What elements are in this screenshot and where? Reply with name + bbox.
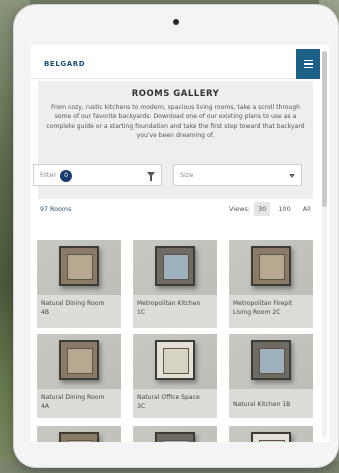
room-thumbnail	[37, 426, 121, 442]
floor-plan-image	[155, 246, 195, 286]
room-card[interactable]: Natural Kitchen 1B	[229, 334, 313, 418]
camera-icon	[173, 19, 179, 25]
room-thumbnail	[133, 240, 217, 295]
room-name-line: Natural Office Space	[137, 394, 200, 401]
room-card[interactable]: Natural Office Space 3C	[133, 334, 217, 418]
room-name-line: Metropolitan Kitchen	[137, 300, 201, 307]
room-name-line: 4B	[41, 309, 50, 316]
room-thumbnail	[133, 334, 217, 389]
room-card[interactable]: Metropolitan Kitchen 1C	[133, 240, 217, 328]
room-card[interactable]	[37, 426, 121, 442]
room-card[interactable]	[133, 426, 217, 442]
chevron-down-icon	[289, 174, 295, 178]
menu-button[interactable]	[296, 49, 320, 79]
room-name-line: Natural Kitchen 1B	[233, 401, 291, 408]
room-card[interactable]	[229, 426, 313, 442]
room-name-line: 3C	[137, 403, 146, 410]
room-card[interactable]: Natural Dining Room 4B	[37, 240, 121, 328]
floor-plan-image	[155, 340, 195, 380]
view-option-all[interactable]: All	[299, 202, 315, 216]
room-name: Natural Kitchen 1B	[233, 400, 311, 409]
room-name: Natural Dining Room 4B	[41, 299, 119, 317]
room-name-line: 4A	[41, 403, 50, 410]
floor-plan-image	[59, 432, 99, 442]
floor-plan-image	[59, 340, 99, 380]
hamburger-line-icon	[303, 63, 313, 65]
floor-plan-image	[59, 246, 99, 286]
hamburger-line-icon	[303, 59, 313, 62]
filter-control[interactable]: Filter 0	[33, 164, 162, 186]
top-nav: BELGARD	[31, 49, 320, 79]
room-thumbnail	[229, 334, 313, 389]
room-name: Natural Office Space 3C	[137, 393, 215, 411]
room-name-line: Natural Dining Room	[41, 394, 105, 401]
size-placeholder: Size	[180, 171, 194, 179]
room-name-line: Living Room 2C	[233, 309, 281, 316]
room-card[interactable]: Natural Dining Room 4A	[37, 334, 121, 418]
scrollbar[interactable]	[322, 51, 327, 437]
room-thumbnail	[133, 426, 217, 442]
page-title: ROOMS GALLERY	[131, 89, 220, 99]
rooms-grid: Natural Dining Room 4B Metropolitan Kitc…	[37, 240, 313, 442]
floor-plan-image	[155, 432, 195, 442]
brand-logo[interactable]: BELGARD	[44, 60, 85, 68]
room-name-line: Metropolitan Firepit	[233, 300, 293, 307]
room-name: Natural Dining Room 4A	[41, 393, 119, 411]
hamburger-line-icon	[303, 66, 313, 69]
floor-plan-image	[251, 340, 291, 380]
scrollbar-thumb[interactable]	[322, 51, 327, 207]
view-option-30[interactable]: 30	[254, 202, 271, 216]
views-label: Views:	[229, 205, 251, 213]
room-card[interactable]: Metropolitan Firepit Living Room 2C	[229, 240, 313, 328]
funnel-icon	[147, 172, 155, 181]
size-select[interactable]: Size	[173, 164, 302, 186]
room-thumbnail	[229, 426, 313, 442]
filter-count-badge: 0	[60, 170, 72, 182]
floor-plan-image	[251, 246, 291, 286]
gallery-description: From cozy, rustic kitchens to modern, sp…	[46, 104, 305, 140]
room-thumbnail	[37, 240, 121, 295]
view-option-100[interactable]: 100	[274, 202, 294, 216]
room-thumbnail	[229, 240, 313, 295]
views-selector: Views: 30 100 All	[229, 200, 315, 218]
room-name-line: Natural Dining Room	[41, 300, 105, 307]
floor-plan-image	[251, 432, 291, 442]
tablet-screen: BELGARD ROOMS GALLERY From cozy, rustic …	[31, 45, 329, 442]
room-thumbnail	[37, 334, 121, 389]
filter-label: Filter	[40, 171, 57, 179]
room-name-line: 1C	[137, 309, 146, 316]
room-name: Metropolitan Kitchen 1C	[137, 299, 215, 317]
room-name: Metropolitan Firepit Living Room 2C	[233, 299, 311, 317]
results-count: 97 Rooms	[40, 206, 72, 213]
tablet-frame: BELGARD ROOMS GALLERY From cozy, rustic …	[14, 5, 338, 467]
